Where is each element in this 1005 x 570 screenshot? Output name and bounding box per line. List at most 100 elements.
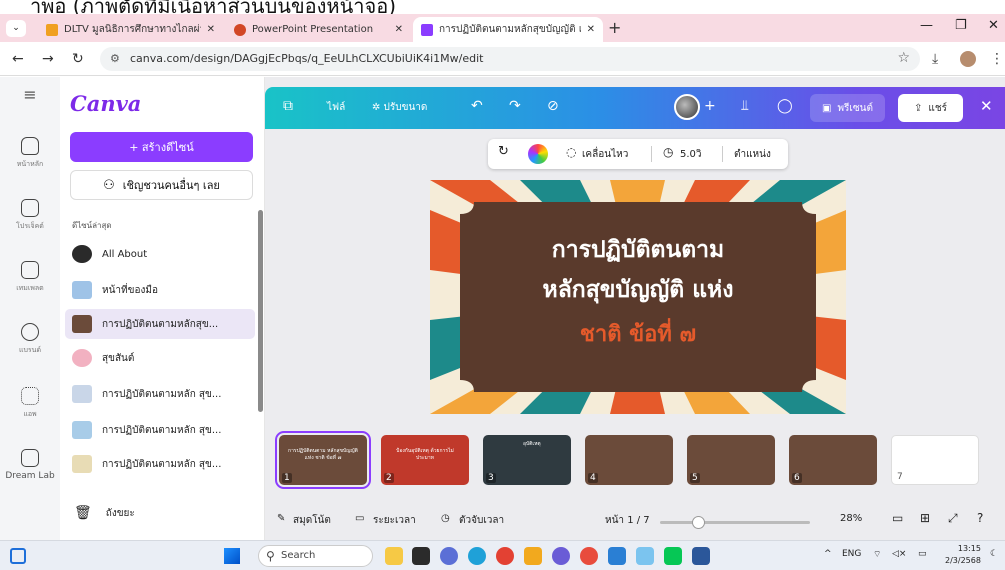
rail-apps[interactable]: แอพ — [0, 387, 60, 420]
page-thumbnail-6[interactable]: 6 — [789, 435, 877, 485]
panel-scrollbar[interactable] — [258, 210, 263, 412]
site-info-icon[interactable]: ⚙ — [110, 52, 120, 65]
battery-icon[interactable]: ▭ — [918, 549, 927, 559]
invite-button[interactable]: ⚇ เชิญชวนคนอื่นๆ เลย — [70, 170, 253, 200]
page-thumbnail-7[interactable]: 7 — [891, 435, 979, 485]
file-menu[interactable]: ไฟล์ — [327, 100, 345, 115]
recent-design-item[interactable]: การปฏิบัติตนตามหลัก สุข... — [65, 379, 255, 409]
animate-button[interactable]: เคลื่อนไหว — [582, 147, 628, 162]
fullscreen-icon[interactable]: ⤢ — [948, 511, 958, 526]
comment-icon[interactable]: ◯ — [777, 98, 793, 114]
notifications-icon[interactable]: ☾ — [990, 549, 998, 559]
create-design-button[interactable]: + สร้างดีไซน์ — [70, 132, 253, 162]
recent-design-item[interactable]: การปฏิบัติตนตามหลัก สุข... — [65, 415, 255, 445]
page-view-icon[interactable]: ▭ — [892, 511, 903, 525]
color-picker-icon[interactable] — [528, 144, 548, 164]
wifi-icon[interactable]: ⌔ — [873, 549, 881, 560]
rail-dream-lab[interactable]: Dream Lab — [0, 449, 60, 481]
share-button[interactable]: ⇪ แชร์ — [898, 94, 963, 122]
tab-dltv[interactable]: DLTV มูลนิธิการศึกษาทางไกลผ่านดาวเทียม ✕ — [38, 17, 223, 42]
close-editor-icon[interactable]: ✕ — [980, 97, 993, 115]
teams-icon[interactable] — [440, 547, 458, 565]
zoom-slider[interactable] — [660, 516, 810, 529]
address-bar[interactable]: ⚙ canva.com/design/DAGgjEcPbqs/q_EeULhCL… — [100, 47, 920, 71]
folder-app-icon[interactable] — [524, 547, 542, 565]
rail-home[interactable]: หน้าหลัก — [0, 137, 60, 170]
taskbar-search[interactable]: Search — [258, 545, 373, 567]
opera-icon[interactable] — [496, 547, 514, 565]
close-tab-icon[interactable]: ✕ — [207, 24, 215, 35]
canva-logo[interactable]: Canva — [70, 91, 141, 116]
duration-button[interactable]: 5.0วิ — [680, 147, 702, 162]
back-arrow-icon[interactable]: ← — [12, 51, 24, 67]
present-button[interactable]: ▣ พรีเซนต์ — [810, 94, 885, 122]
edge-icon[interactable] — [468, 547, 486, 565]
volume-icon[interactable]: ◁× — [892, 549, 906, 559]
insights-icon[interactable]: ⫫ — [741, 98, 749, 114]
bookmark-star-icon[interactable]: ☆ — [897, 50, 910, 66]
user-avatar[interactable] — [674, 94, 700, 120]
tab-canva-active[interactable]: การปฏิบัติตนตามหลักสุขบัญญัติ แห่ง ✕ — [413, 17, 603, 42]
duration-bottom-button[interactable]: ระยะเวลา — [373, 513, 416, 528]
chrome-icon[interactable] — [580, 547, 598, 565]
trash-link[interactable]: 🗑 ถังขยะ — [74, 505, 135, 521]
page-indicator[interactable]: หน้า 1 / 7 — [605, 513, 650, 528]
word-icon[interactable] — [692, 547, 710, 565]
resize-menu[interactable]: ✲ ปรับขนาด — [372, 100, 427, 115]
close-tab-icon[interactable]: ✕ — [395, 24, 403, 35]
window-close-icon[interactable]: ✕ — [988, 18, 999, 33]
minimize-icon[interactable]: — — [920, 18, 933, 33]
download-icon[interactable]: ⤓ — [932, 51, 938, 67]
restore-icon[interactable]: ❐ — [955, 18, 967, 33]
page-thumbnail-2[interactable]: ป้องกันอุบัติเหตุ ด้วยการไม่ประมาท 2 — [381, 435, 469, 485]
taskview-icon[interactable] — [412, 547, 430, 565]
timer-button[interactable]: ตัวจับเวลา — [459, 513, 504, 528]
taskbar-clock[interactable]: 13:15 2/3/2568 — [945, 543, 981, 567]
forward-arrow-icon[interactable]: → — [42, 51, 54, 67]
new-tab-icon[interactable]: + — [608, 18, 621, 37]
external-link-icon[interactable]: ⧉ — [283, 98, 293, 114]
redo-icon[interactable]: ↷ — [509, 98, 521, 114]
rail-menu[interactable]: ≡ — [0, 85, 60, 104]
slide-title-line-2[interactable]: หลักสุขบัญญัติ แห่ง — [430, 272, 846, 308]
line-icon[interactable] — [664, 547, 682, 565]
slide-canvas[interactable]: การปฏิบัติตนตาม หลักสุขบัญญัติ แห่ง ชาติ… — [430, 180, 846, 414]
recent-design-item[interactable]: การปฏิบัติตนตามหลัก สุข... — [65, 449, 255, 479]
tab-search-button[interactable]: ⌄ — [6, 20, 26, 37]
undo-icon[interactable]: ↶ — [471, 98, 483, 114]
help-icon[interactable]: ? — [977, 511, 983, 525]
close-tab-icon[interactable]: ✕ — [587, 24, 595, 35]
file-explorer-icon[interactable] — [385, 547, 403, 565]
recent-design-item-selected[interactable]: การปฏิบัติตนตามหลักสุข... — [65, 309, 255, 339]
language-indicator[interactable]: ENG — [842, 549, 861, 559]
recent-design-item[interactable]: หน้าที่ของมือ — [65, 275, 255, 305]
page-thumbnail-5[interactable]: 5 — [687, 435, 775, 485]
rail-templates[interactable]: เทมเพลต — [0, 261, 60, 294]
windows-start-icon[interactable] — [224, 548, 240, 564]
profile-avatar-icon[interactable] — [960, 51, 976, 67]
recent-design-item[interactable]: สุขสันต์ — [65, 343, 255, 373]
rail-projects[interactable]: โปรเจ็คต์ — [0, 199, 60, 232]
rail-brand[interactable]: แบรนด์ — [0, 323, 60, 356]
page-thumbnail-1[interactable]: การปฏิบัติตนตาม หลักสุขบัญญัติ แห่ง ชาติ… — [275, 431, 371, 489]
discord-icon[interactable] — [552, 547, 570, 565]
tab-powerpoint[interactable]: PowerPoint Presentation ✕ — [226, 17, 411, 42]
grid-view-icon[interactable]: ⊞ — [920, 511, 930, 525]
zoom-percentage[interactable]: 28% — [840, 513, 862, 524]
photos-icon[interactable] — [608, 547, 626, 565]
page-thumbnail-4[interactable]: 4 — [585, 435, 673, 485]
magic-rotate-icon[interactable]: ↻ — [498, 144, 509, 159]
notes-button[interactable]: สมุดโน้ต — [293, 513, 331, 528]
hamburger-icon[interactable]: ≡ — [23, 85, 36, 104]
page-thumbnail-3[interactable]: อุบัติเหตุ 3 — [483, 435, 571, 485]
position-button[interactable]: ตำแหน่ง — [734, 147, 771, 162]
slide-title-line-3[interactable]: ชาติ ข้อที่ ๗ — [430, 316, 846, 351]
store-icon[interactable] — [636, 547, 654, 565]
widgets-icon[interactable] — [10, 548, 26, 564]
tray-chevron-icon[interactable]: ^ — [824, 549, 832, 559]
recent-design-item[interactable]: All About — [65, 239, 255, 269]
reload-icon[interactable]: ↻ — [72, 51, 84, 67]
slide-title-line-1[interactable]: การปฏิบัติตนตาม — [430, 232, 846, 268]
zoom-slider-knob[interactable] — [692, 516, 705, 529]
browser-menu-icon[interactable]: ⋮ — [990, 51, 1004, 67]
